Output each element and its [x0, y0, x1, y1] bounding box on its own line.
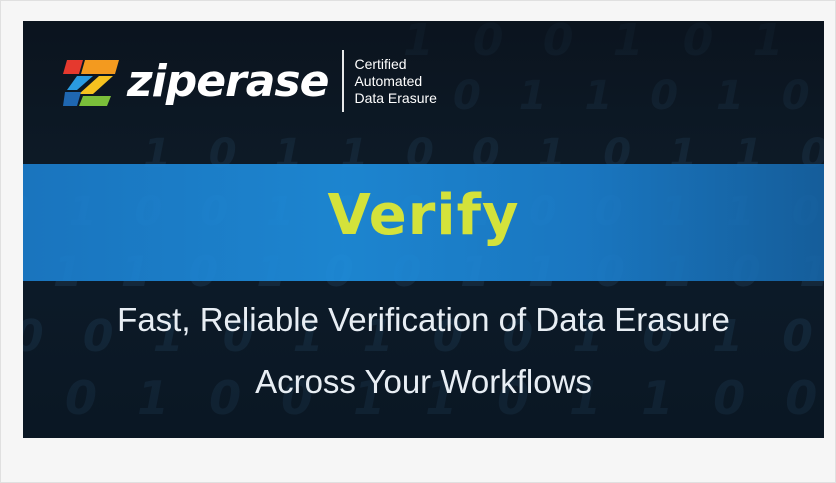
hero-banner: 1 0 0 1 0 1 1 0 0 1 0 1 1 0 0 1 1 0 1 0 … [23, 21, 824, 438]
tagline-line: Automated [354, 72, 423, 89]
tagline-line: Data Erasure [354, 89, 437, 106]
brand-tagline: Certified Automated Data Erasure [354, 56, 436, 107]
brand-name: ziperase [127, 55, 329, 107]
page-title: Verify [327, 183, 520, 248]
subheadline-line2: Across Your Workflows [255, 363, 592, 400]
logo-divider [342, 50, 345, 112]
tagline-line: Certified [354, 55, 407, 72]
ziperase-logo: ziperase Certified Automated Data Erasur… [63, 50, 437, 112]
page-frame: 1 0 0 1 0 1 1 0 0 1 0 1 1 0 0 1 1 0 1 0 … [0, 0, 836, 483]
subheadline-line1: Fast, Reliable Verification of Data Eras… [117, 301, 730, 338]
ziperase-logo-icon [63, 60, 119, 106]
